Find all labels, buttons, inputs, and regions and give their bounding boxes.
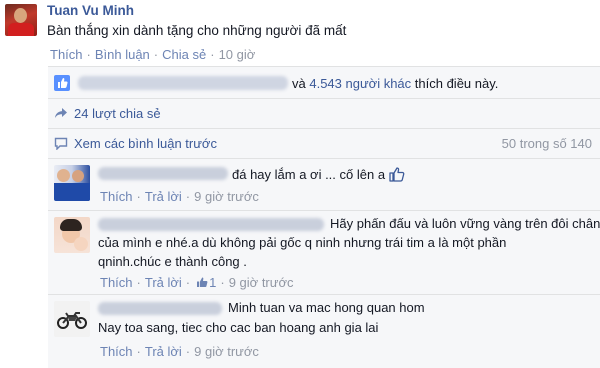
likes-summary: và 4.543 người khác thích điều này.	[292, 76, 498, 91]
separator: ·	[136, 344, 141, 359]
avatar-shirt	[54, 183, 90, 201]
shares-link[interactable]: 24 lượt chia sẻ	[74, 106, 161, 121]
likes-connector: và	[292, 76, 306, 91]
commenter-name-redacted[interactable]	[98, 302, 222, 315]
avatar-face	[74, 237, 88, 251]
post-actions: Thích · Bình luận · Chia sẻ · 10 giờ	[50, 47, 255, 62]
comment-text-line: Nay toa sang, tiec cho cac ban hoang anh…	[98, 320, 379, 335]
commenter-avatar[interactable]	[54, 165, 90, 201]
author-avatar[interactable]	[5, 4, 37, 36]
comment-reply-link[interactable]: Trả lời	[145, 344, 182, 359]
comment-like-link[interactable]: Thích	[100, 344, 133, 359]
comment-pager: 50 trong số 140	[501, 136, 592, 151]
commenter-name-redacted[interactable]	[98, 218, 324, 231]
comment-item: đá hay lắm a ơi ... cố lên a Thích · Trả l…	[48, 159, 600, 211]
comment-item: Minh tuan va mac hong quan hom Nay toa s…	[48, 295, 600, 368]
comment-text-line: Minh tuan va mac hong quan hom	[228, 300, 425, 315]
author-name[interactable]: Tuan Vu Minh	[47, 3, 134, 18]
post-header: Tuan Vu Minh Bàn thắng xin dành tặng cho…	[0, 0, 600, 66]
comment-reply-link[interactable]: Trả lời	[145, 189, 182, 204]
post-text: Bàn thắng xin dành tặng cho những người …	[47, 23, 347, 38]
separator: ·	[210, 47, 215, 62]
avatar-face	[57, 169, 70, 182]
separator: ·	[220, 275, 225, 290]
comment-text-line: của mình e nhé.a dù không pải gốc q ninh…	[98, 235, 507, 250]
motorbike-icon	[57, 312, 87, 329]
avatar-face	[72, 170, 84, 182]
comment-bubble-icon	[54, 137, 68, 150]
view-previous-comments-link[interactable]: Xem các bình luận trước	[74, 136, 217, 151]
separator: ·	[185, 189, 191, 204]
comment-text-line: đá hay lắm a ơi ... cố lên a	[232, 166, 405, 182]
likes-count-link[interactable]: 4.543 người khác	[309, 76, 411, 91]
separator: ·	[185, 275, 191, 290]
separator: ·	[136, 275, 141, 290]
view-previous-row: Xem các bình luận trước 50 trong số 140	[48, 129, 600, 159]
comment-item: Hãy phấn đấu và luôn vững vàng trên đôi …	[48, 211, 600, 295]
comment-time[interactable]: 9 giờ trước	[194, 189, 259, 204]
likes-row: và 4.543 người khác thích điều này.	[48, 67, 600, 99]
comment-text-line: qninh.chúc e thành công .	[98, 254, 247, 269]
commenter-avatar[interactable]	[54, 301, 90, 337]
comment-reply-link[interactable]: Trả lời	[145, 275, 182, 290]
post-time[interactable]: 10 giờ	[219, 47, 256, 62]
liker-names-redacted	[78, 76, 288, 90]
comment-actions: Thích · Trả lời · 9 giờ trước	[100, 189, 259, 204]
comment-like-link[interactable]: Thích	[100, 275, 133, 290]
separator: ·	[86, 47, 91, 62]
separator: ·	[153, 47, 159, 62]
comment-time[interactable]: 9 giờ trước	[194, 344, 259, 359]
comment-actions: Thích · Trả lời · 9 giờ trước	[100, 344, 259, 359]
commenter-avatar[interactable]	[54, 217, 90, 253]
comment-link[interactable]: Bình luận	[95, 47, 150, 62]
avatar-hair	[60, 219, 82, 231]
likes-suffix: thích điều này.	[414, 76, 499, 91]
share-icon	[55, 108, 67, 118]
commenter-name-redacted[interactable]	[98, 167, 228, 180]
share-link[interactable]: Chia sẻ	[162, 47, 206, 62]
feedback-panel: và 4.543 người khác thích điều này. 24 l…	[48, 66, 600, 368]
separator: ·	[136, 189, 141, 204]
comment-like-link[interactable]: Thích	[100, 189, 133, 204]
thumbs-up-icon	[389, 167, 405, 182]
shares-row: 24 lượt chia sẻ	[48, 99, 600, 129]
comment-text-line: Hãy phấn đấu và luôn vững vàng trên đôi …	[330, 216, 600, 231]
avatar-face	[14, 8, 27, 23]
comment-actions: Thích · Trả lời · 1 · 9 giờ trước	[100, 275, 293, 290]
thumbs-up-icon	[197, 277, 208, 287]
thumbs-up-icon	[54, 75, 70, 91]
separator: ·	[185, 344, 191, 359]
avatar-shirt	[8, 23, 34, 36]
like-link[interactable]: Thích	[50, 47, 83, 62]
comment-text: đá hay lắm a ơi ... cố lên a	[232, 167, 386, 182]
comment-time[interactable]: 9 giờ trước	[229, 275, 294, 290]
